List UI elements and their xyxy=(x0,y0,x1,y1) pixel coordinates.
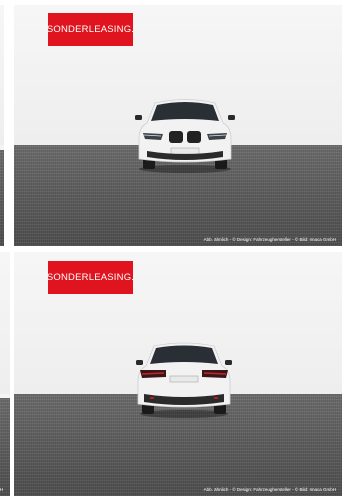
car-image-front[interactable]: SONDERLEASING. Abb. ähnlich - © Design: … xyxy=(14,5,342,246)
studio-wall xyxy=(0,5,4,145)
studio-floor xyxy=(0,398,10,496)
image-credit: Abb. ähnlich - © Design: Fahrzeugherstel… xyxy=(203,237,336,242)
sonderleasing-badge: SONDERLEASING. xyxy=(47,261,134,294)
studio-wall xyxy=(0,252,10,394)
image-credit-fragment: H xyxy=(0,487,4,492)
previous-slide-peek[interactable]: H xyxy=(0,252,10,496)
car-rear-view xyxy=(136,342,232,418)
car-front-view xyxy=(135,99,235,173)
sonderleasing-badge: SONDERLEASING. xyxy=(47,13,134,46)
studio-floor xyxy=(0,149,4,246)
image-carousel: SONDERLEASING. Abb. ähnlich - © Design: … xyxy=(0,0,344,499)
car-image-rear[interactable]: SONDERLEASING. Abb. ähnlich - © Design: … xyxy=(14,252,342,496)
image-credit: Abb. ähnlich - © Design: Fahrzeugherstel… xyxy=(203,487,336,492)
previous-slide-peek[interactable] xyxy=(0,5,4,246)
